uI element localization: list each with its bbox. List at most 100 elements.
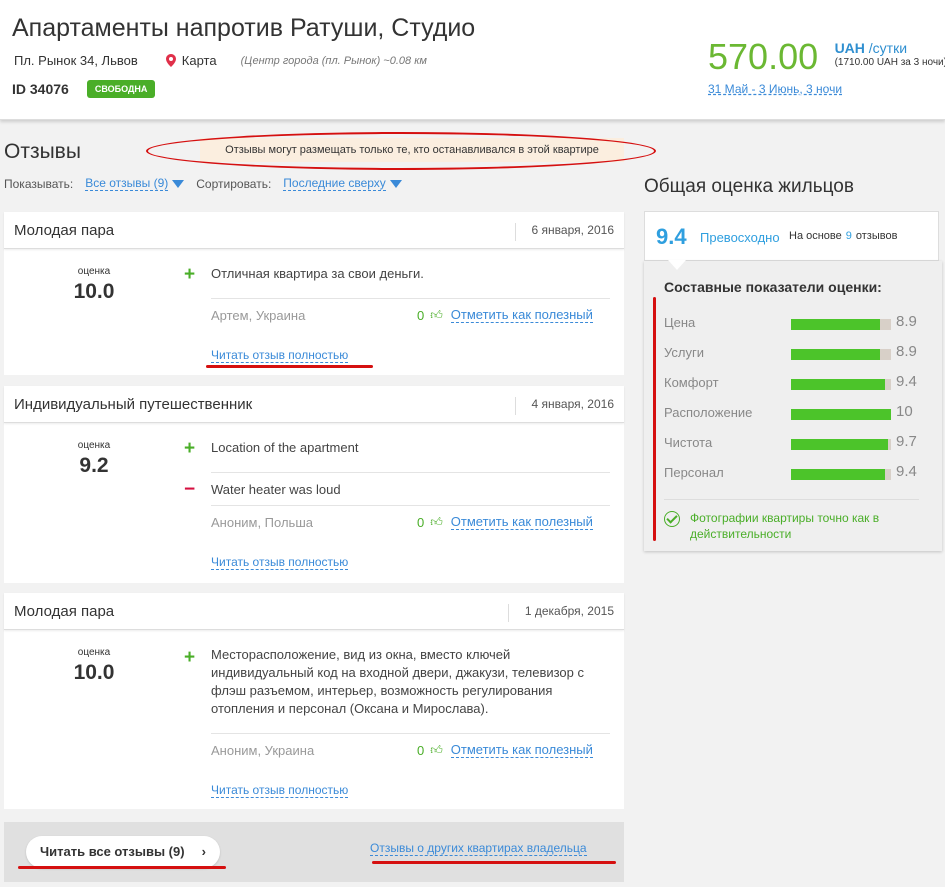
review-score: 10.0 [73, 661, 115, 684]
reviewer-type: Молодая пара [14, 222, 115, 239]
review-author: Артем, Украина [211, 308, 306, 323]
price-details: UAH /сутки (1710.00 UAH за 3 ночи) [835, 40, 945, 68]
component-bar-fill [791, 379, 885, 390]
show-filter-dropdown[interactable]: Все отзывы (9) [85, 177, 169, 191]
useful-block: 0 👍︎ Отметить как полезный [417, 743, 593, 758]
overall-score: 9.4 [656, 224, 687, 249]
review-header: Молодая пара 6 января, 2016 [4, 212, 624, 249]
component-value: 8.9 [896, 343, 917, 360]
useful-count: 0 [417, 743, 425, 758]
review-author: Аноним, Украина [211, 743, 315, 758]
mark-useful-link[interactable]: Отметить как полезный [450, 308, 593, 323]
component-bar [791, 319, 891, 330]
read-full-link[interactable]: Читать отзыв полностью [211, 349, 349, 363]
thumb-up-icon: 👍︎ [430, 308, 443, 322]
reviews-footer: Читать все отзывы (9) › Отзывы о других … [4, 822, 624, 882]
components-title: Составные показатели оценки: [664, 279, 882, 295]
score-box-notch [668, 260, 686, 270]
review-header: Индивидуальный путешественник 4 января, … [4, 386, 624, 423]
review-positive: Месторасположение, вид из окна, вместо к… [211, 647, 585, 716]
reviewer-type: Индивидуальный путешественник [14, 396, 253, 413]
overall-verdict: Превосходно [700, 230, 780, 245]
component-bar-fill [791, 439, 888, 450]
component-bar [791, 349, 891, 360]
component-value: 9.7 [896, 433, 917, 450]
listing-title: Апартаменты напротив Ратуши, Студио [12, 14, 476, 42]
other-apartments-link[interactable]: Отзывы о других квартирах владельца [370, 842, 587, 856]
useful-block: 0 👍︎ Отметить как полезный [417, 308, 593, 323]
component-label: Персонал [664, 465, 724, 480]
useful-count: 0 [417, 308, 425, 323]
component-row: Услуги 8.9 [664, 343, 924, 363]
show-label: Показывать: [4, 177, 74, 191]
review-author: Аноним, Польша [211, 515, 313, 530]
currency: UAH [834, 40, 865, 56]
review-positive: Location of the apartment [211, 440, 359, 455]
divider [664, 499, 919, 500]
divider [211, 505, 610, 506]
component-bar [791, 469, 891, 480]
check-circle-icon [664, 511, 680, 527]
reviewer-type: Молодая пара [14, 603, 115, 620]
divider [211, 472, 610, 473]
sort-dropdown[interactable]: Последние сверху [283, 177, 386, 191]
overall-score-box: 9.4 Превосходно На основе 9 отзывов [644, 211, 939, 261]
component-bar [791, 409, 891, 420]
annotation-underline [18, 866, 226, 869]
per-night: /сутки [868, 40, 908, 56]
annotation-oval [146, 132, 656, 170]
listing-header: Апартаменты напротив Ратуши, Студио Пл. … [0, 0, 945, 120]
review-positive: Отличная квартира за свои деньги. [211, 266, 424, 281]
overall-title: Общая оценка жильцов [644, 176, 854, 197]
reviews-word: отзывов [855, 230, 898, 242]
annotation-underline [372, 861, 616, 864]
component-label: Расположение [664, 405, 753, 420]
review-date: 1 декабря, 2015 [507, 604, 614, 622]
plus-icon: + [184, 438, 196, 459]
status-badge: СВОБОДНА [86, 80, 156, 98]
map-label: Карта [181, 53, 217, 68]
component-bar [791, 379, 891, 390]
thumb-up-icon: 👍︎ [430, 515, 443, 529]
price: 570.00 [708, 36, 819, 77]
component-row: Расположение 10 [664, 403, 924, 423]
component-bar-fill [791, 319, 880, 330]
component-label: Комфорт [664, 375, 719, 390]
review-score: 10.0 [73, 280, 115, 303]
address: Пл. Рынок 34, Львов [14, 53, 138, 68]
map-link[interactable]: Карта [165, 53, 217, 68]
component-label: Цена [664, 315, 696, 330]
read-all-reviews-button[interactable]: Читать все отзывы (9) › [26, 836, 220, 868]
show-dropdown-icon[interactable] [172, 180, 185, 188]
review-score: 9.2 [79, 454, 109, 477]
score-label: оценка [77, 647, 111, 658]
review-date: 6 января, 2016 [514, 223, 614, 241]
component-value: 9.4 [896, 463, 917, 480]
component-row: Цена 8.9 [664, 313, 924, 333]
review-count[interactable]: 9 [846, 230, 852, 242]
thumb-up-icon: 👍︎ [430, 743, 443, 757]
read-full-link[interactable]: Читать отзыв полностью [211, 556, 349, 570]
read-all-label: Читать все отзывы (9) [40, 844, 185, 859]
based-on: На основе 9 отзывов [789, 230, 897, 242]
component-label: Услуги [664, 345, 704, 360]
reviews-title: Отзывы [4, 140, 81, 163]
components-panel: Составные показатели оценки: Цена 8.9 Услу… [644, 261, 942, 551]
component-value: 10 [896, 403, 913, 420]
useful-count: 0 [417, 515, 425, 530]
component-bar-fill [791, 469, 885, 480]
mark-useful-link[interactable]: Отметить как полезный [450, 743, 593, 758]
read-full-link[interactable]: Читать отзыв полностью [211, 784, 349, 798]
address-row: Пл. Рынок 34, Львов Карта (Центр города … [14, 53, 427, 68]
component-bar [791, 439, 891, 450]
review-date: 4 января, 2016 [514, 397, 614, 415]
review-card: Индивидуальный путешественник 4 января, … [4, 386, 624, 583]
review-negative: Water heater was loud [211, 482, 341, 497]
review-card: Молодая пара 1 декабря, 2015 оценка 10.0… [4, 593, 624, 809]
mark-useful-link[interactable]: Отметить как полезный [450, 515, 593, 530]
score-label: оценка [77, 266, 111, 277]
listing-id: ID 34076 [12, 81, 69, 97]
component-label: Чистота [664, 435, 713, 450]
dates-link[interactable]: 31 Май - 3 Июнь, 3 ночи [708, 82, 842, 96]
sort-dropdown-icon[interactable] [389, 180, 402, 188]
